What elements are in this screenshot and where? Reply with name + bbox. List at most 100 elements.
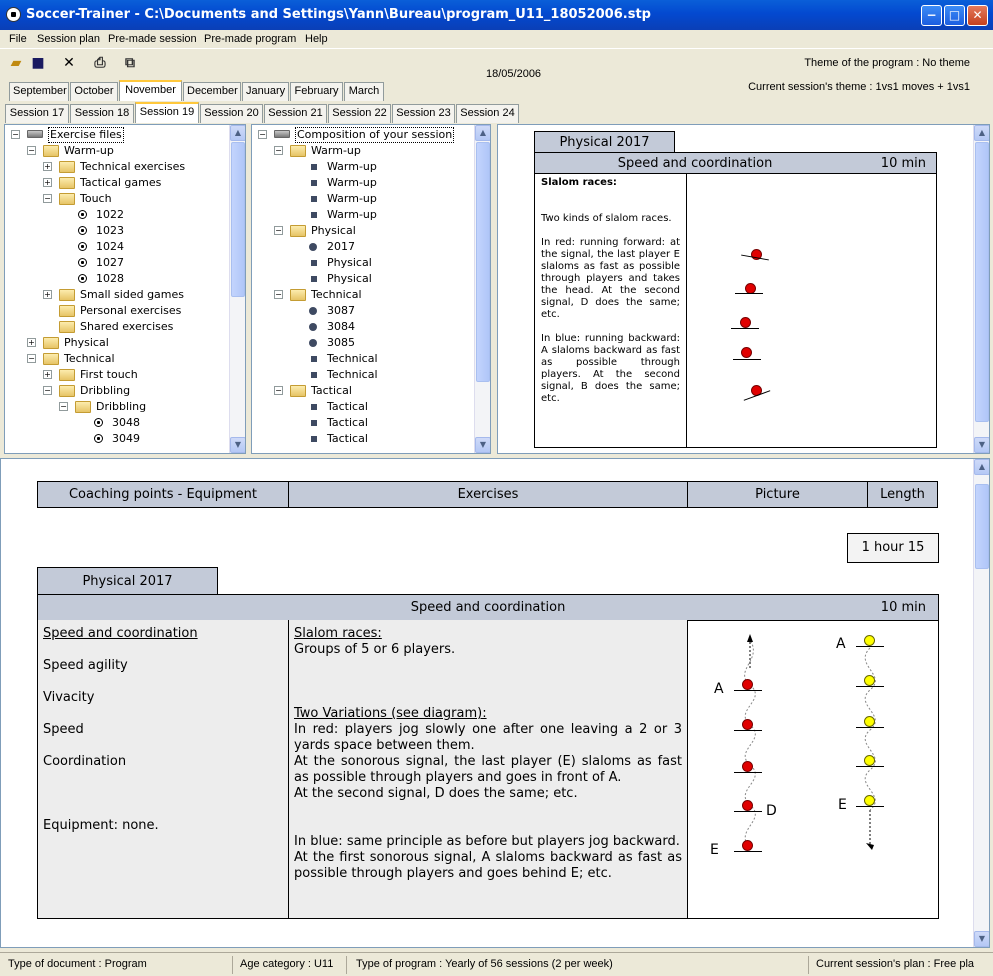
tree-node-1024[interactable]: 1024	[5, 239, 229, 255]
collapse-icon[interactable]: −	[43, 386, 52, 395]
collapse-icon[interactable]: −	[274, 290, 283, 299]
tree-node-tactical[interactable]: − Tactical	[252, 383, 476, 399]
scrollbar[interactable]: ▲ ▼	[474, 125, 490, 453]
scroll-thumb[interactable]	[975, 484, 989, 569]
menu-file[interactable]: File	[9, 33, 27, 45]
collapse-icon[interactable]: −	[274, 226, 283, 235]
scroll-up-button[interactable]: ▲	[974, 125, 989, 141]
tree-node-physical[interactable]: + Physical	[5, 335, 229, 351]
scroll-up-button[interactable]: ▲	[475, 125, 490, 141]
tree-node-first-touch[interactable]: + First touch	[5, 367, 229, 383]
collapse-icon[interactable]: −	[27, 354, 36, 363]
tab-november[interactable]: November	[119, 80, 182, 101]
menu-premade-program[interactable]: Pre-made program	[204, 33, 296, 45]
tree-node-exercise-files[interactable]: − Exercise files	[5, 127, 229, 143]
tree-node-shared-exercises[interactable]: Shared exercises	[5, 319, 229, 335]
expand-icon[interactable]: +	[43, 178, 52, 187]
exercise-files-tree[interactable]: 3049 3048 − Dribbling − Dribbling + First touch…	[4, 124, 246, 454]
tree-node-1023[interactable]: 1023	[5, 223, 229, 239]
tab-session-21[interactable]: Session 21	[264, 104, 327, 123]
tab-session-22[interactable]: Session 22	[328, 104, 391, 123]
collapse-icon[interactable]: −	[274, 386, 283, 395]
scroll-down-button[interactable]: ▼	[475, 437, 490, 453]
scroll-thumb[interactable]	[476, 142, 490, 382]
tree-node-warm-up[interactable]: Warm-up	[252, 207, 476, 223]
tree-node-3084[interactable]: 3084	[252, 319, 476, 335]
tree-node-personal-exercises[interactable]: Personal exercises	[5, 303, 229, 319]
scroll-up-button[interactable]: ▲	[974, 459, 989, 475]
tab-session-20[interactable]: Session 20	[200, 104, 263, 123]
tree-node-touch[interactable]: − Touch	[5, 191, 229, 207]
minimize-button[interactable]: −	[921, 5, 942, 26]
tree-node-dribbling[interactable]: − Dribbling	[5, 383, 229, 399]
tree-node-tactical-games[interactable]: + Tactical games	[5, 175, 229, 191]
tab-session-24[interactable]: Session 24	[456, 104, 519, 123]
scroll-down-button[interactable]: ▼	[974, 437, 989, 453]
tree-node-dribbling[interactable]: − Dribbling	[5, 399, 229, 415]
tree-node-technical[interactable]: − Technical	[5, 351, 229, 367]
expand-icon[interactable]: +	[43, 290, 52, 299]
tab-september[interactable]: September	[9, 82, 69, 101]
tree-node-technical[interactable]: Technical	[252, 351, 476, 367]
collapse-icon[interactable]: −	[59, 402, 68, 411]
tree-node-small-sided-games[interactable]: + Small sided games	[5, 287, 229, 303]
save-icon[interactable]: ■	[29, 54, 47, 72]
tree-node-3087[interactable]: 3087	[252, 303, 476, 319]
tree-node-1022[interactable]: 1022	[5, 207, 229, 223]
print-icon[interactable]: ⎙	[91, 54, 109, 72]
expand-icon[interactable]: +	[43, 370, 52, 379]
scroll-thumb[interactable]	[975, 142, 989, 422]
delete-icon[interactable]: ✕	[60, 54, 78, 72]
collapse-icon[interactable]: −	[258, 130, 267, 139]
tree-node-warm-up[interactable]: − Warm-up	[252, 143, 476, 159]
tree-node-tactical[interactable]: Tactical	[252, 399, 476, 415]
tree-node-tactical[interactable]: Tactical	[252, 431, 476, 447]
close-button[interactable]: ✕	[967, 5, 988, 26]
menu-session-plan[interactable]: Session plan	[37, 33, 100, 45]
collapse-icon[interactable]: −	[11, 130, 20, 139]
export-icon[interactable]: ⧉	[121, 54, 139, 72]
tree-node-technical-exercises[interactable]: + Technical exercises	[5, 159, 229, 175]
expand-icon[interactable]: +	[27, 338, 36, 347]
tree-node-tactical[interactable]: Tactical	[252, 415, 476, 431]
tree-node-physical[interactable]: Physical	[252, 271, 476, 287]
tree-node-3048[interactable]: 3048	[5, 415, 229, 431]
menu-help[interactable]: Help	[305, 33, 328, 45]
tree-node-2017[interactable]: 2017	[252, 239, 476, 255]
tab-october[interactable]: October	[70, 82, 118, 101]
collapse-icon[interactable]: −	[27, 146, 36, 155]
tab-session-23[interactable]: Session 23	[392, 104, 455, 123]
collapse-icon[interactable]: −	[43, 194, 52, 203]
tree-node-warm-up[interactable]: Warm-up	[252, 191, 476, 207]
scroll-down-button[interactable]: ▼	[974, 931, 989, 947]
scroll-up-button[interactable]: ▲	[230, 125, 245, 141]
scrollbar[interactable]: ▲ ▼	[973, 459, 989, 947]
tree-node-physical[interactable]: − Physical	[252, 223, 476, 239]
tab-december[interactable]: December	[183, 82, 241, 101]
expand-icon[interactable]: +	[43, 162, 52, 171]
scrollbar[interactable]: ▲ ▼	[973, 125, 989, 453]
tree-node-3085[interactable]: 3085	[252, 335, 476, 351]
tree-node-technical[interactable]: Technical	[252, 367, 476, 383]
tab-february[interactable]: February	[290, 82, 343, 101]
tree-node-composition-of-your-session[interactable]: − Composition of your session	[252, 127, 476, 143]
scrollbar[interactable]: ▲ ▼	[229, 125, 245, 453]
collapse-icon[interactable]: −	[274, 146, 283, 155]
scroll-down-button[interactable]: ▼	[230, 437, 245, 453]
tree-node-1027[interactable]: 1027	[5, 255, 229, 271]
tab-january[interactable]: January	[242, 82, 289, 101]
session-composition-tree[interactable]: Tactical Tactical Tactical − Tactical Technic…	[251, 124, 491, 454]
scroll-thumb[interactable]	[231, 142, 245, 297]
maximize-button[interactable]: □	[944, 5, 965, 26]
title-bar[interactable]: Soccer-Trainer - C:\Documents and Settin…	[0, 0, 993, 30]
tree-node-warm-up[interactable]: − Warm-up	[5, 143, 229, 159]
tab-session-18[interactable]: Session 18	[70, 104, 134, 123]
tree-node-technical[interactable]: − Technical	[252, 287, 476, 303]
tab-session-19[interactable]: Session 19	[135, 102, 199, 123]
tree-node-warm-up[interactable]: Warm-up	[252, 159, 476, 175]
tree-node-warm-up[interactable]: Warm-up	[252, 175, 476, 191]
tree-node-3049[interactable]: 3049	[5, 431, 229, 447]
tab-march[interactable]: March	[344, 82, 384, 101]
open-folder-icon[interactable]: ▰	[7, 54, 25, 72]
tree-node-1028[interactable]: 1028	[5, 271, 229, 287]
